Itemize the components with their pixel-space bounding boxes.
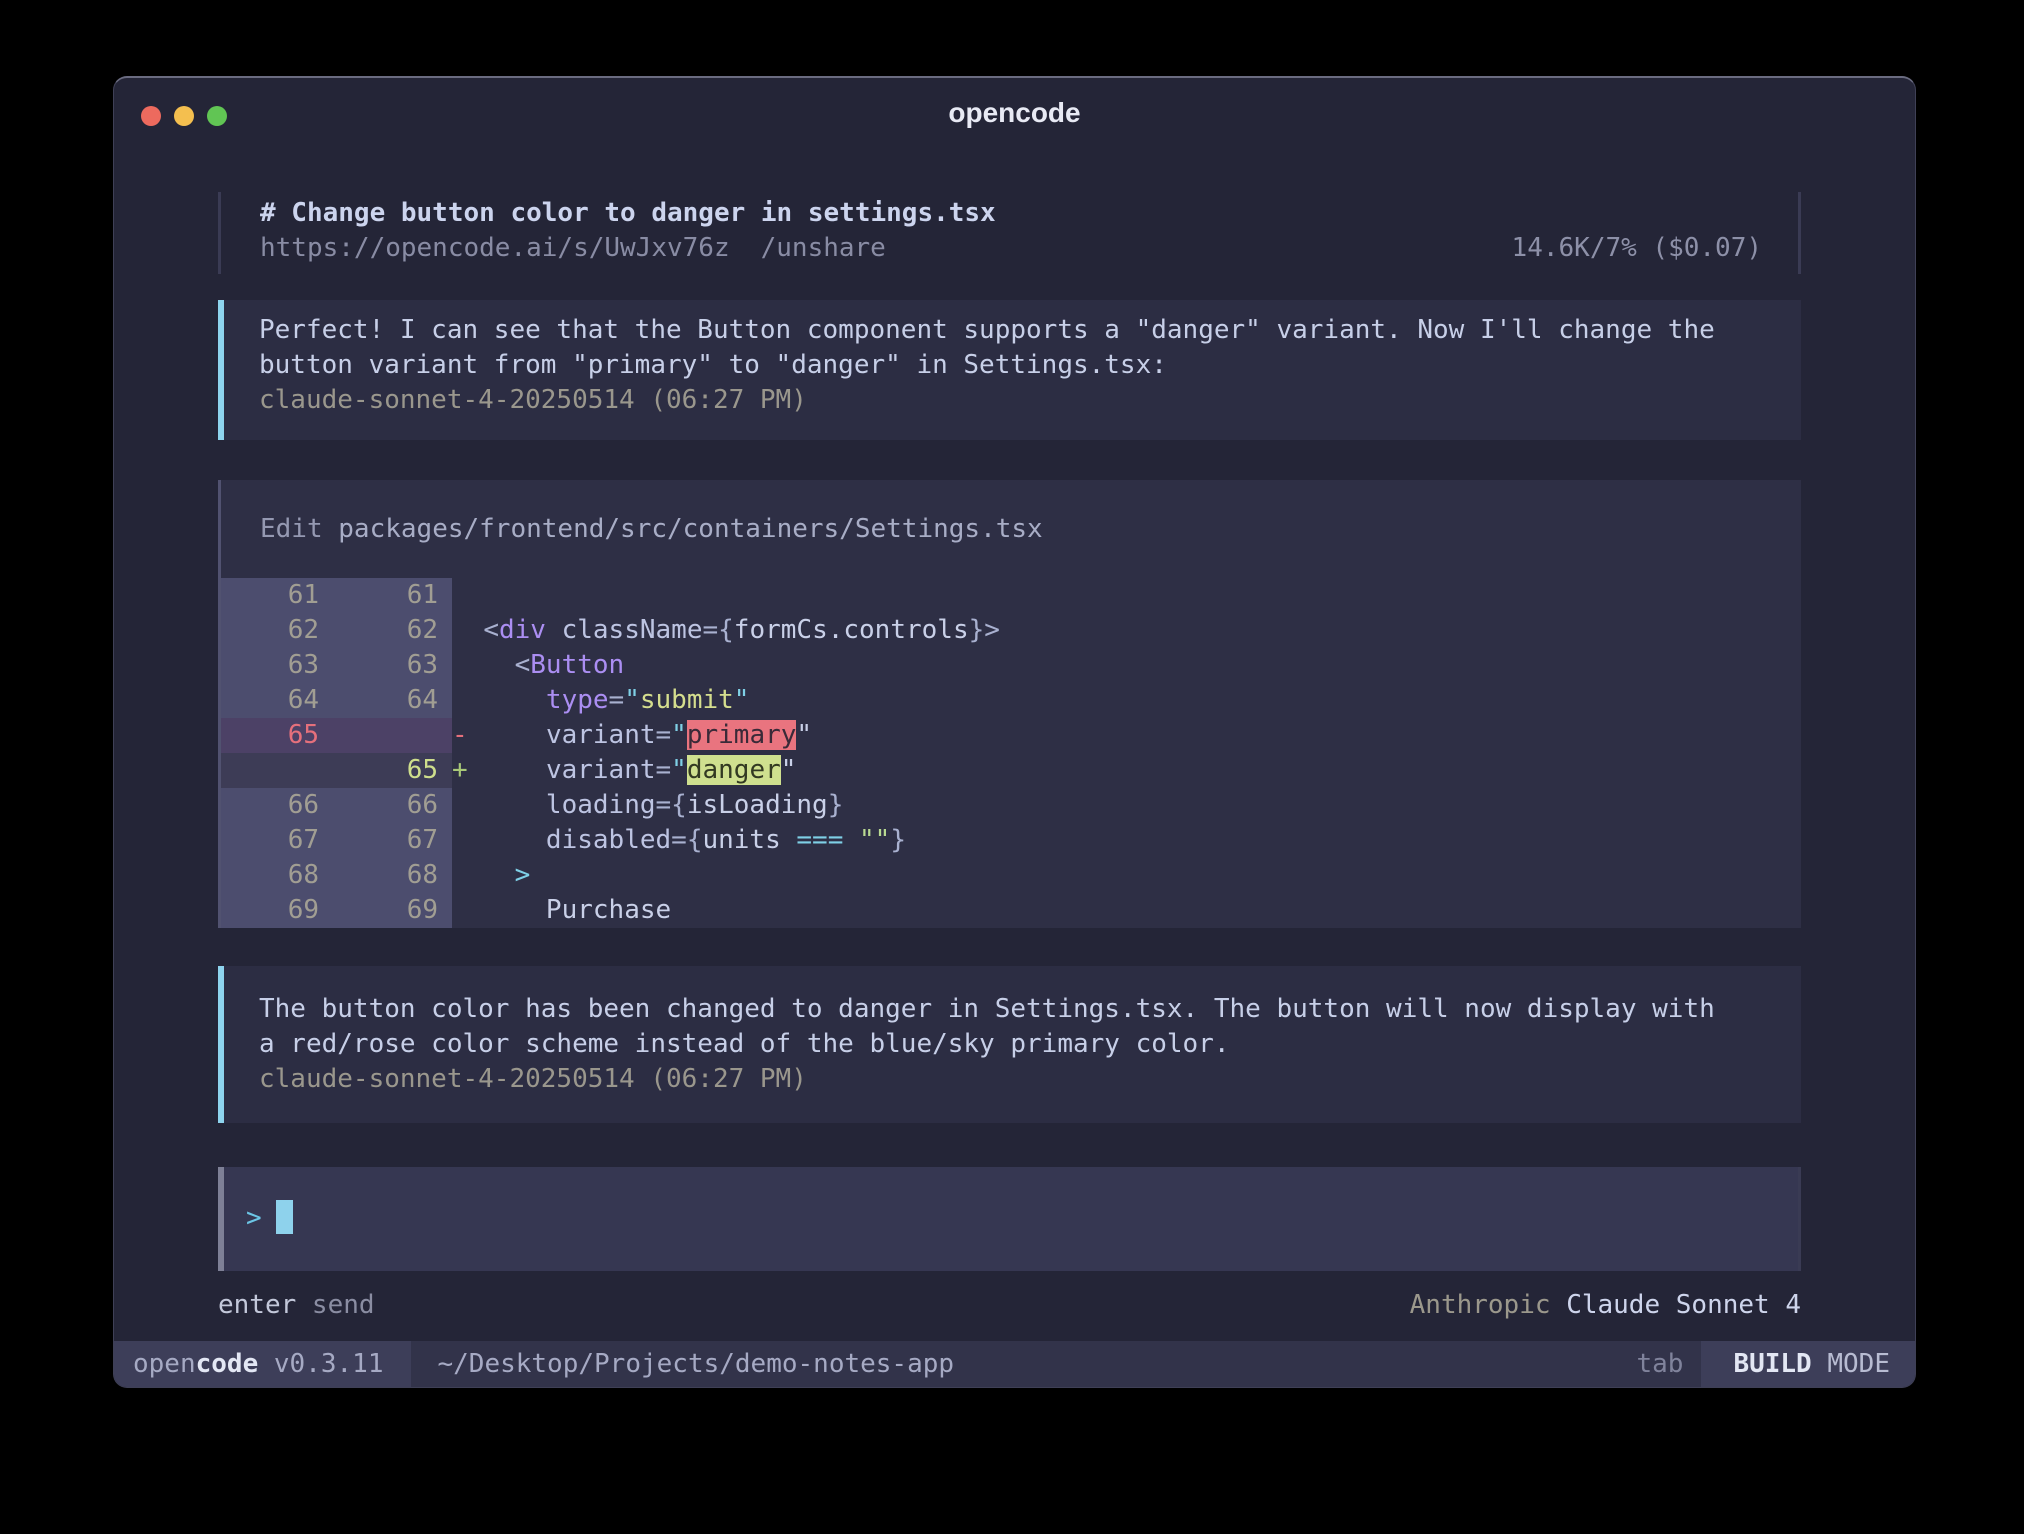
assistant-message-meta: claude-sonnet-4-20250514 (06:27 PM) bbox=[259, 383, 1781, 418]
edit-tool-header: Edit packages/frontend/src/containers/Se… bbox=[221, 480, 1801, 578]
diff-row: 6868 > bbox=[221, 858, 1801, 893]
diff-row: 6969 Purchase bbox=[221, 893, 1801, 928]
edit-tool-action: Edit bbox=[260, 514, 323, 544]
session-content: # Change button color to danger in setti… bbox=[218, 192, 1801, 1323]
session-subline: https://opencode.ai/s/UwJxv76z /unshare … bbox=[260, 231, 1762, 266]
diff-code-line: - variant="primary" bbox=[452, 718, 1801, 753]
enter-key-hint: enter bbox=[218, 1290, 296, 1320]
line-number-new: 68 bbox=[331, 858, 452, 893]
diff-code-line: disabled={units === ""} bbox=[452, 823, 1801, 858]
brand-prefix: open bbox=[133, 1349, 196, 1379]
diff-code-line: + variant="danger" bbox=[452, 753, 1801, 788]
working-directory: ~/Desktop/Projects/demo-notes-app bbox=[437, 1341, 954, 1387]
diff-row: 6767 disabled={units === ""} bbox=[221, 823, 1801, 858]
app-version: v0.3.11 bbox=[258, 1349, 383, 1379]
prompt-symbol: > bbox=[246, 1203, 262, 1233]
diff-code-line: type="submit" bbox=[452, 683, 1801, 718]
line-number-old: 66 bbox=[221, 788, 331, 823]
diff-row: 6464 type="submit" bbox=[221, 683, 1801, 718]
line-number-new: 66 bbox=[331, 788, 452, 823]
line-number-new: 67 bbox=[331, 823, 452, 858]
line-number-old bbox=[221, 753, 331, 788]
line-number-old: 69 bbox=[221, 893, 331, 928]
tab-key-hint: tab bbox=[1636, 1341, 1683, 1387]
send-action-hint: send bbox=[296, 1290, 374, 1320]
mode-primary: BUILD bbox=[1733, 1349, 1811, 1379]
diff-code-line: > bbox=[452, 858, 1801, 893]
model-name: Claude Sonnet 4 bbox=[1566, 1290, 1801, 1320]
line-number-new: 61 bbox=[331, 578, 452, 613]
line-number-old: 67 bbox=[221, 823, 331, 858]
line-number-old: 65 bbox=[221, 718, 331, 753]
diff-code-line: <Button bbox=[452, 648, 1801, 683]
diff-code-line: loading={isLoading} bbox=[452, 788, 1801, 823]
session-header: # Change button color to danger in setti… bbox=[218, 192, 1801, 274]
line-number-old: 63 bbox=[221, 648, 331, 683]
diff-code-line: Purchase bbox=[452, 893, 1801, 928]
status-bar: opencode v0.3.11 ~/Desktop/Projects/demo… bbox=[114, 1341, 1915, 1387]
line-number-new bbox=[331, 718, 452, 753]
diff-code-line bbox=[452, 578, 1801, 613]
diff-row: 65 - variant="primary" bbox=[221, 718, 1801, 753]
window-title: opencode bbox=[114, 78, 1915, 148]
context-usage-stats: 14.6K/7% ($0.07) bbox=[1512, 231, 1762, 266]
line-number-new: 63 bbox=[331, 648, 452, 683]
assistant-message: Perfect! I can see that the Button compo… bbox=[218, 300, 1801, 440]
line-number-new: 69 bbox=[331, 893, 452, 928]
edit-file-path: packages/frontend/src/containers/Setting… bbox=[323, 514, 1043, 544]
unshare-command[interactable]: /unshare bbox=[761, 231, 886, 266]
line-number-new: 65 bbox=[331, 753, 452, 788]
mode-secondary: MODE bbox=[1812, 1349, 1890, 1379]
session-title: # Change button color to danger in setti… bbox=[260, 196, 1762, 231]
opencode-window: opencode # Change button color to danger… bbox=[113, 76, 1916, 1388]
share-url-link[interactable]: https://opencode.ai/s/UwJxv76z bbox=[260, 231, 730, 266]
diff-row: 65+ variant="danger" bbox=[221, 753, 1801, 788]
titlebar: opencode bbox=[114, 78, 1915, 148]
text-cursor bbox=[276, 1200, 293, 1234]
edit-tool-card: Edit packages/frontend/src/containers/Se… bbox=[218, 480, 1801, 928]
line-number-new: 62 bbox=[331, 613, 452, 648]
app-version-chip: opencode v0.3.11 bbox=[114, 1341, 411, 1387]
diff-row: 6262 <div className={formCs.controls}> bbox=[221, 613, 1801, 648]
line-number-old: 61 bbox=[221, 578, 331, 613]
diff-row: 6161 bbox=[221, 578, 1801, 613]
diff-row: 6363 <Button bbox=[221, 648, 1801, 683]
diff-row: 6666 loading={isLoading} bbox=[221, 788, 1801, 823]
footer-hints: enter send Anthropic Claude Sonnet 4 bbox=[218, 1288, 1801, 1323]
assistant-message-text: Perfect! I can see that the Button compo… bbox=[259, 313, 1781, 383]
line-number-old: 62 bbox=[221, 613, 331, 648]
assistant-message-text: The button color has been changed to dan… bbox=[259, 992, 1781, 1062]
line-number-new: 64 bbox=[331, 683, 452, 718]
model-provider: Anthropic bbox=[1410, 1290, 1567, 1320]
brand-suffix: code bbox=[196, 1349, 259, 1379]
model-indicator: Anthropic Claude Sonnet 4 bbox=[1410, 1288, 1801, 1323]
assistant-message-meta: claude-sonnet-4-20250514 (06:27 PM) bbox=[259, 1062, 1781, 1097]
diff-code-line: <div className={formCs.controls}> bbox=[452, 613, 1801, 648]
assistant-message: The button color has been changed to dan… bbox=[218, 966, 1801, 1123]
line-number-old: 64 bbox=[221, 683, 331, 718]
line-number-old: 68 bbox=[221, 858, 331, 893]
prompt-input[interactable]: > bbox=[218, 1167, 1801, 1271]
diff-view: 61616262 <div className={formCs.controls… bbox=[221, 578, 1801, 928]
build-mode-chip[interactable]: BUILD MODE bbox=[1701, 1341, 1915, 1387]
